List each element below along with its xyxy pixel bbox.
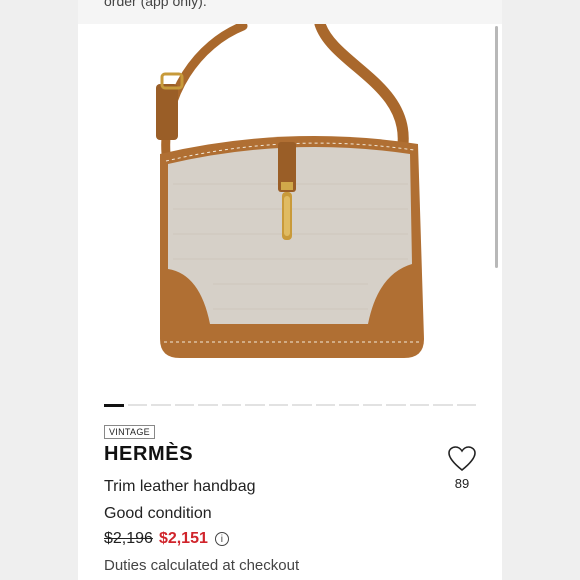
brand-name[interactable]: HERMÈS bbox=[104, 443, 193, 466]
heart-icon[interactable] bbox=[448, 446, 476, 472]
price-row: $2,196 $2,151 i bbox=[104, 530, 229, 548]
gallery-dot[interactable] bbox=[268, 404, 288, 406]
product-page: order (app only). VINTAGE HERMÈS Trim le… bbox=[78, 0, 502, 580]
gallery-dot[interactable] bbox=[339, 404, 359, 406]
sale-price: $2,151 bbox=[158, 530, 208, 547]
gallery-pagination[interactable] bbox=[104, 404, 476, 408]
product-image[interactable] bbox=[78, 24, 498, 396]
gallery-dot[interactable] bbox=[174, 404, 194, 406]
gallery-dot[interactable] bbox=[362, 404, 382, 406]
gallery-dot[interactable] bbox=[127, 404, 147, 406]
original-price: $2,196 bbox=[104, 530, 153, 547]
gallery-dot[interactable] bbox=[409, 404, 429, 406]
gallery-dot[interactable] bbox=[386, 404, 406, 406]
promo-text: order (app only). bbox=[104, 0, 207, 9]
gallery-dot[interactable] bbox=[292, 404, 312, 406]
product-condition: Good condition bbox=[104, 505, 212, 522]
gallery-dot[interactable] bbox=[245, 404, 265, 406]
product-title: Trim leather handbag bbox=[104, 478, 256, 495]
like-count: 89 bbox=[454, 476, 470, 491]
gallery-dot-active[interactable] bbox=[104, 404, 124, 407]
vintage-badge: VINTAGE bbox=[104, 425, 155, 439]
gallery-dot[interactable] bbox=[221, 404, 241, 406]
info-icon[interactable]: i bbox=[214, 532, 229, 546]
like-button[interactable]: 89 bbox=[444, 446, 480, 491]
gallery-dot[interactable] bbox=[315, 404, 335, 406]
gallery-dot[interactable] bbox=[456, 404, 476, 406]
duties-note: Duties calculated at checkout bbox=[104, 557, 300, 574]
gallery-dot[interactable] bbox=[433, 404, 453, 406]
gallery-dot[interactable] bbox=[151, 404, 171, 406]
gallery-dot[interactable] bbox=[198, 404, 218, 406]
scrollbar[interactable] bbox=[495, 26, 498, 268]
promo-banner: order (app only). bbox=[78, 0, 502, 24]
